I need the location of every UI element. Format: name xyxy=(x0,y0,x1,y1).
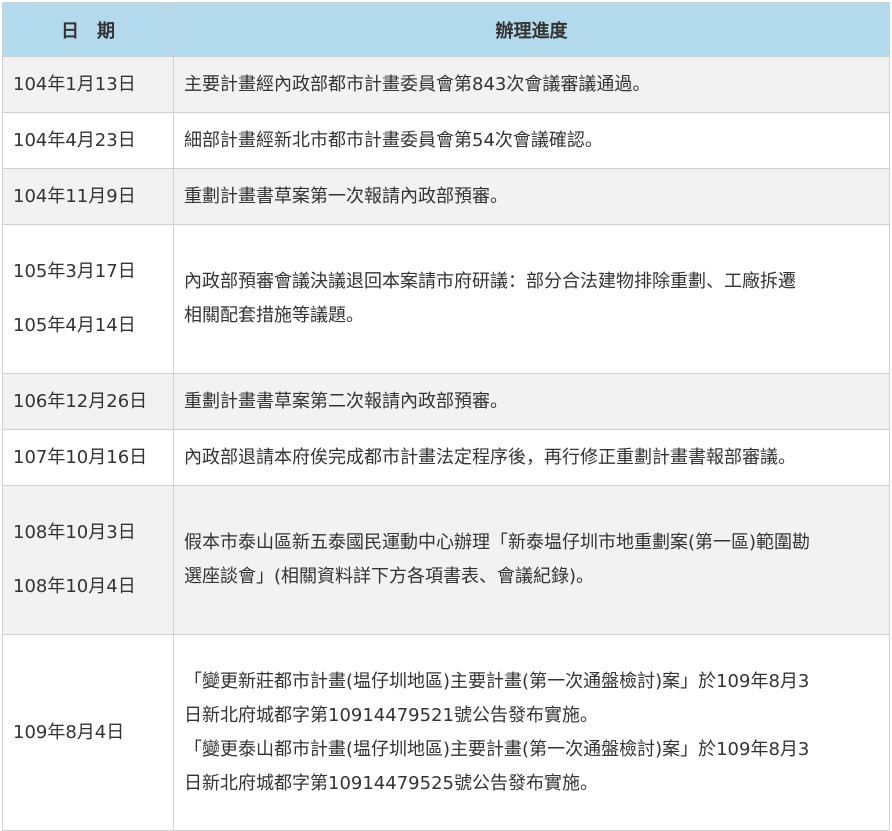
progress-cell: 內政部預審會議決議退回本案請市府研議：部分合法建物排除重劃、工廠拆遷 相關配套措… xyxy=(173,224,890,374)
date-cell: 104年4月23日 xyxy=(2,112,174,169)
progress-text: 主要計畫經內政部都市計畫委員會第843次會議審議通過。 xyxy=(184,74,651,95)
table-row: 109年8月4日 「變更新莊都市計畫(塭仔圳地區)主要計畫(第一次通盤檢討)案」… xyxy=(2,634,890,831)
table-row: 107年10月16日 內政部退請本府俟完成都市計畫法定程序後，再行修正重劃計畫書… xyxy=(2,429,890,486)
date-cell: 107年10月16日 xyxy=(2,429,174,486)
table-row: 104年4月23日 細部計畫經新北市都市計畫委員會第54次會議確認。 xyxy=(2,112,890,169)
progress-text: 「變更新莊都市計畫(塭仔圳地區)主要計畫(第一次通盤檢討)案」於109年8月3 xyxy=(184,670,810,692)
progress-column-header: 辦理進度 xyxy=(173,2,890,57)
progress-text: 日新北府城都字第10914479525號公告發布實施。 xyxy=(184,772,598,794)
progress-text: 日新北府城都字第10914479521號公告發布實施。 xyxy=(184,704,598,726)
date-cell: 105年3月17日 105年4月14日 xyxy=(2,224,174,374)
progress-text: 內政部退請本府俟完成都市計畫法定程序後，再行修正重劃計畫書報部審議。 xyxy=(184,447,796,468)
progress-text: 細部計畫經新北市都市計畫委員會第54次會議確認。 xyxy=(184,130,603,151)
date-text: 104年1月13日 xyxy=(13,74,136,95)
progress-cell: 內政部退請本府俟完成都市計畫法定程序後，再行修正重劃計畫書報部審議。 xyxy=(173,429,890,486)
date-text: 109年8月4日 xyxy=(13,722,125,743)
date-cell: 104年11月9日 xyxy=(2,168,174,225)
date-text: 105年3月17日 xyxy=(13,261,136,282)
progress-table: 日 期 辦理進度 104年1月13日 主要計畫經內政部都市計畫委員會第843次會… xyxy=(2,2,890,831)
table-row: 104年1月13日 主要計畫經內政部都市計畫委員會第843次會議審議通過。 xyxy=(2,56,890,113)
date-cell: 106年12月26日 xyxy=(2,373,174,430)
date-text: 104年4月23日 xyxy=(13,130,136,151)
date-text: 104年11月9日 xyxy=(13,186,136,207)
progress-text: 重劃計畫書草案第一次報請內政部預審。 xyxy=(184,186,508,207)
progress-text: 重劃計畫書草案第二次報請內政部預審。 xyxy=(184,391,508,412)
date-text: 106年12月26日 xyxy=(13,391,148,412)
progress-text: 「變更泰山都市計畫(塭仔圳地區)主要計畫(第一次通盤檢討)案」於109年8月3 xyxy=(184,738,810,760)
progress-cell: 重劃計畫書草案第一次報請內政部預審。 xyxy=(173,168,890,225)
date-text: 107年10月16日 xyxy=(13,447,148,468)
table-row: 104年11月9日 重劃計畫書草案第一次報請內政部預審。 xyxy=(2,168,890,225)
progress-text: 假本市泰山區新五泰國民運動中心辦理「新泰塭仔圳市地重劃案(第一區)範圍勘 xyxy=(184,532,811,553)
progress-text: 內政部預審會議決議退回本案請市府研議：部分合法建物排除重劃、工廠拆遷 xyxy=(184,271,796,292)
date-text: 105年4月14日 xyxy=(13,315,136,336)
date-text: 108年10月4日 xyxy=(13,576,136,597)
table-row: 106年12月26日 重劃計畫書草案第二次報請內政部預審。 xyxy=(2,373,890,430)
date-column-header: 日 期 xyxy=(2,2,174,57)
table-row: 105年3月17日 105年4月14日 內政部預審會議決議退回本案請市府研議：部… xyxy=(2,224,890,374)
date-cell: 109年8月4日 xyxy=(2,634,174,831)
date-cell: 104年1月13日 xyxy=(2,56,174,113)
table-row: 108年10月3日 108年10月4日 假本市泰山區新五泰國民運動中心辦理「新泰… xyxy=(2,485,890,635)
progress-cell: 細部計畫經新北市都市計畫委員會第54次會議確認。 xyxy=(173,112,890,169)
progress-text: 相關配套措施等議題。 xyxy=(184,305,364,326)
progress-cell: 「變更新莊都市計畫(塭仔圳地區)主要計畫(第一次通盤檢討)案」於109年8月3 … xyxy=(173,634,890,831)
date-text: 108年10月3日 xyxy=(13,522,136,543)
table-header-row: 日 期 辦理進度 xyxy=(2,2,890,57)
progress-cell: 主要計畫經內政部都市計畫委員會第843次會議審議通過。 xyxy=(173,56,890,113)
date-cell: 108年10月3日 108年10月4日 xyxy=(2,485,174,635)
progress-cell: 重劃計畫書草案第二次報請內政部預審。 xyxy=(173,373,890,430)
progress-cell: 假本市泰山區新五泰國民運動中心辦理「新泰塭仔圳市地重劃案(第一區)範圍勘 選座談… xyxy=(173,485,890,635)
progress-text: 選座談會」(相關資料詳下方各項書表、會議紀錄)。 xyxy=(184,566,595,587)
